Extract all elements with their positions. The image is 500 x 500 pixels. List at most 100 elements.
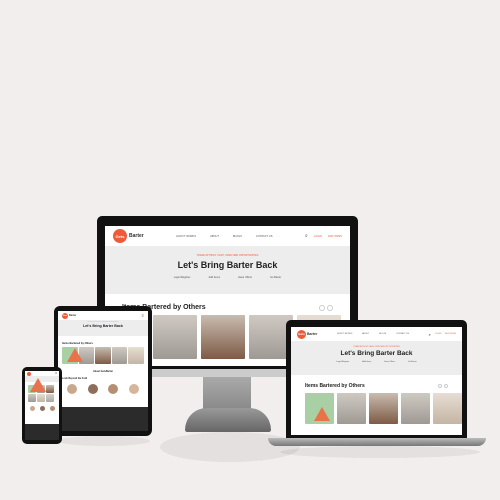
item-card[interactable]	[305, 393, 334, 424]
avatar	[49, 406, 55, 411]
login-link[interactable]: LOGIN	[314, 235, 322, 238]
logo-mark: Gets	[62, 312, 68, 319]
desktop-hero: TRADE WITHOUT CASH, OPEN NEW OPPORTUNITI…	[105, 246, 350, 294]
logo-text: Barter	[129, 233, 144, 239]
site-logo[interactable]: Gets Barter	[62, 312, 77, 319]
add-items-button[interactable]: ADD ITEMS	[328, 235, 342, 238]
hero-eyebrow: TRADE WITHOUT CASH, OPEN NEW OPPORTUNITI…	[87, 322, 119, 323]
item-card[interactable]	[401, 393, 430, 424]
search-icon[interactable]: ⌕	[429, 332, 431, 337]
item-card[interactable]	[369, 393, 398, 424]
tablet-footer	[58, 407, 148, 431]
hero-eyebrow: TRADE WITHOUT CASH, OPEN NEW OPPORTUNITI…	[196, 254, 259, 257]
item-card[interactable]	[128, 347, 144, 364]
nav-how-it-works[interactable]: HOW IT WORKS	[176, 235, 196, 238]
items-section-title: Items Bartered by Others	[62, 342, 93, 345]
carousel-next-button[interactable]	[327, 304, 333, 311]
login-link[interactable]: LOGIN	[435, 333, 441, 335]
nav-blogs[interactable]: BLOGS	[379, 333, 386, 335]
item-card[interactable]	[46, 385, 54, 393]
tablet-hero: TRADE WITHOUT CASH, OPEN NEW OPPORTUNITI…	[58, 320, 148, 336]
item-card[interactable]	[201, 315, 245, 359]
tablet-stories: Look Beyond the Fold	[58, 373, 148, 394]
laptop-items-row	[291, 389, 462, 424]
hero-eyebrow: TRADE WITHOUT CASH, OPEN NEW OPPORTUNITI…	[353, 346, 400, 348]
avatar	[128, 384, 139, 394]
tablet-avatars	[62, 384, 144, 394]
laptop-nav-actions: ⌕ LOGIN ADD ITEMS	[429, 332, 456, 337]
item-card[interactable]	[337, 393, 366, 424]
laptop-items-header: Items Bartered by Others	[291, 375, 462, 389]
nav-contact[interactable]: CONTACT US	[396, 333, 409, 335]
nav-about[interactable]: ABOUT	[210, 235, 219, 238]
desktop-nav-links: HOW IT WORKS ABOUT BLOGS CONTACT US	[176, 235, 272, 238]
carousel-controls	[438, 384, 448, 388]
logo-mark[interactable]	[27, 371, 31, 376]
carousel-prev-button[interactable]	[438, 384, 442, 388]
avatar	[87, 384, 98, 394]
phone-items-grid	[25, 378, 59, 402]
menu-icon[interactable]: ≡	[142, 313, 144, 318]
item-card[interactable]	[62, 347, 83, 364]
avatar	[39, 406, 45, 411]
monitor-stand-neck	[203, 377, 251, 411]
step-have-offers: Have Offers	[384, 361, 395, 363]
nav-how-it-works[interactable]: HOW IT WORKS	[337, 333, 352, 335]
carousel-next-button[interactable]	[444, 384, 448, 388]
hero-title: Let's Bring Barter Back	[177, 260, 278, 270]
laptop-shadow	[280, 446, 480, 458]
site-logo[interactable]: Gets Barter	[113, 229, 144, 243]
phone-avatars	[25, 402, 59, 411]
logo-mark: Gets	[297, 329, 306, 339]
search-icon[interactable]: ⌕	[305, 233, 308, 239]
avatar	[67, 384, 78, 394]
items-section-title: Items Bartered by Others	[305, 383, 365, 389]
nav-about[interactable]: ABOUT	[362, 333, 369, 335]
step-have-offers: Have Offers	[238, 276, 252, 279]
laptop-navbar: Gets Barter HOW IT WORKS ABOUT BLOGS CON…	[291, 327, 462, 341]
item-card[interactable]	[37, 394, 45, 402]
desktop-navbar: Gets Barter HOW IT WORKS ABOUT BLOGS CON…	[105, 226, 350, 246]
avatar	[108, 384, 119, 394]
laptop-screen: Gets Barter HOW IT WORKS ABOUT BLOGS CON…	[291, 327, 462, 435]
step-add-items: Add Items	[362, 361, 372, 363]
site-logo[interactable]: Gets Barter	[297, 329, 318, 339]
item-card[interactable]	[28, 394, 36, 402]
laptop-hero: TRADE WITHOUT CASH, OPEN NEW OPPORTUNITI…	[291, 341, 462, 375]
monitor-stand-foot	[185, 408, 271, 432]
item-card[interactable]	[433, 393, 462, 424]
step-add-items: Add Items	[208, 276, 221, 279]
item-card[interactable]	[95, 347, 111, 364]
item-card[interactable]	[153, 315, 197, 359]
logo-text: Barter	[307, 332, 318, 336]
desktop-nav-actions: ⌕ LOGIN ADD ITEMS	[305, 233, 342, 239]
carousel-prev-button[interactable]	[319, 304, 325, 311]
hero-steps: Login/Register Add Items Have Offers Go …	[105, 276, 350, 279]
item-card[interactable]	[28, 378, 47, 393]
monitor-shadow	[160, 432, 300, 462]
logo-mark: Gets	[113, 229, 127, 243]
menu-icon[interactable]: ≡	[55, 372, 57, 375]
avatar	[29, 406, 35, 411]
step-login: Login/Register	[336, 361, 350, 363]
laptop-nav-links: HOW IT WORKS ABOUT BLOGS CONTACT US	[337, 333, 409, 335]
logo-text: Barter	[69, 314, 77, 317]
add-items-button[interactable]: ADD ITEMS	[445, 333, 456, 335]
item-card[interactable]	[111, 347, 128, 364]
step-go-barter: Go Barter	[407, 361, 417, 363]
hero-steps: Login/Register Add Items Have Offers Go …	[291, 361, 462, 363]
carousel-controls	[319, 304, 333, 311]
phone-screen: ≡	[25, 371, 59, 440]
item-card[interactable]	[46, 394, 54, 402]
laptop: Gets Barter HOW IT WORKS ABOUT BLOGS CON…	[286, 320, 467, 438]
phone: ≡	[22, 367, 62, 444]
hero-title: Let's Bring Barter Back	[83, 324, 123, 328]
nav-blogs[interactable]: BLOGS	[233, 235, 242, 238]
step-login: Login/Register	[173, 276, 191, 279]
nav-contact[interactable]: CONTACT US	[256, 235, 273, 238]
laptop-base	[268, 438, 486, 446]
phone-footer	[25, 424, 59, 440]
tablet-items-row	[62, 347, 144, 364]
tablet: Gets Barter ≡ TRADE WITHOUT CASH, OPEN N…	[54, 306, 152, 436]
tablet-navbar: Gets Barter ≡	[58, 311, 148, 320]
